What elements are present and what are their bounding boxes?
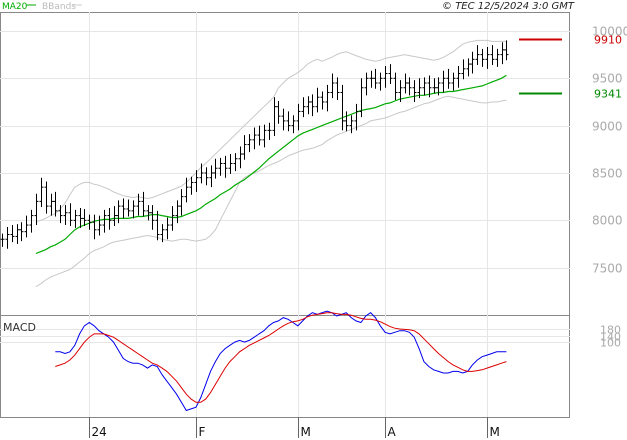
y-tick-label: 7500 (592, 262, 623, 276)
x-tick-label: F (199, 425, 206, 439)
y-tick-label: 8500 (592, 167, 623, 181)
macd-tick-label: 180 (600, 324, 621, 337)
bbands-legend: BBands (42, 2, 76, 12)
price-y-ticks: 7500 8000 8500 9000 9500 10000 (592, 25, 627, 276)
bband-lower-line (35, 95, 507, 288)
x-tick-label: A (388, 425, 397, 439)
level-label: 9341 (594, 88, 622, 101)
y-tick-label: 8000 (592, 214, 623, 228)
price-levels: 99109341 (519, 34, 622, 101)
price-bars (0, 40, 509, 249)
y-tick-label: 10000 (592, 25, 627, 39)
x-axis-ticks: 24 F M A M (89, 417, 500, 439)
macd-line (55, 310, 507, 412)
chart-frame (0, 12, 570, 418)
stock-chart: 99109341 7500 8000 8500 9000 9500 10000 10014… (0, 1, 627, 439)
y-tick-label: 9500 (592, 72, 623, 86)
copyright-text: © TEC 12/5/2024 3:0 GMT (442, 1, 575, 12)
bollinger-bands (35, 39, 507, 288)
ma20-legend: MA20 (2, 2, 28, 12)
x-tick-label: M (490, 425, 500, 439)
macd-lines (55, 310, 507, 412)
x-tick-label: M (301, 425, 311, 439)
macd-y-ticks: 100140180 (600, 324, 621, 350)
macd-title: MACD (3, 321, 36, 334)
x-tick-label: 24 (92, 425, 107, 439)
y-tick-label: 9000 (592, 120, 623, 134)
bband-upper-line (35, 39, 507, 223)
